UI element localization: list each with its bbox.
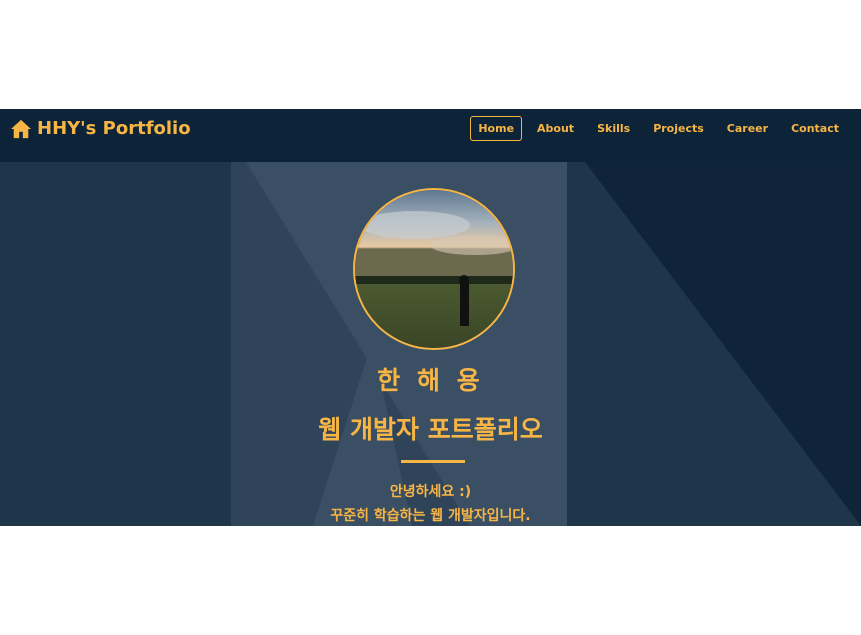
greeting-line-2: 꾸준히 학습하는 웹 개발자입니다. xyxy=(330,508,531,524)
profile-photo-image xyxy=(355,190,513,348)
top-navbar: HHY's Portfolio Home About Skills Projec… xyxy=(0,109,861,162)
nav-link-skills[interactable]: Skills xyxy=(589,116,638,141)
nav-link-career[interactable]: Career xyxy=(719,116,776,141)
greeting-line-1: 안녕하세요 :) xyxy=(389,484,472,500)
page-subtitle: 웹 개발자 포트폴리오 xyxy=(318,415,543,444)
nav-link-projects[interactable]: Projects xyxy=(645,116,712,141)
home-icon xyxy=(11,119,31,138)
hero-section: 한 해 용 웹 개발자 포트폴리오 안녕하세요 :) 꾸준히 학습하는 웹 개발… xyxy=(0,162,861,526)
nav-link-about[interactable]: About xyxy=(529,116,582,141)
nav-link-home[interactable]: Home xyxy=(470,116,523,141)
title-divider xyxy=(401,460,465,463)
profile-name: 한 해 용 xyxy=(377,366,484,395)
brand-link[interactable]: HHY's Portfolio xyxy=(10,118,191,139)
nav-links: Home About Skills Projects Career Contac… xyxy=(463,116,847,141)
brand-title: HHY's Portfolio xyxy=(37,118,191,139)
profile-photo xyxy=(353,188,515,350)
nav-link-contact[interactable]: Contact xyxy=(783,116,847,141)
page-viewport: HHY's Portfolio Home About Skills Projec… xyxy=(0,109,861,526)
greeting-text: 안녕하세요 :) 꾸준히 학습하는 웹 개발자입니다. xyxy=(0,480,861,526)
